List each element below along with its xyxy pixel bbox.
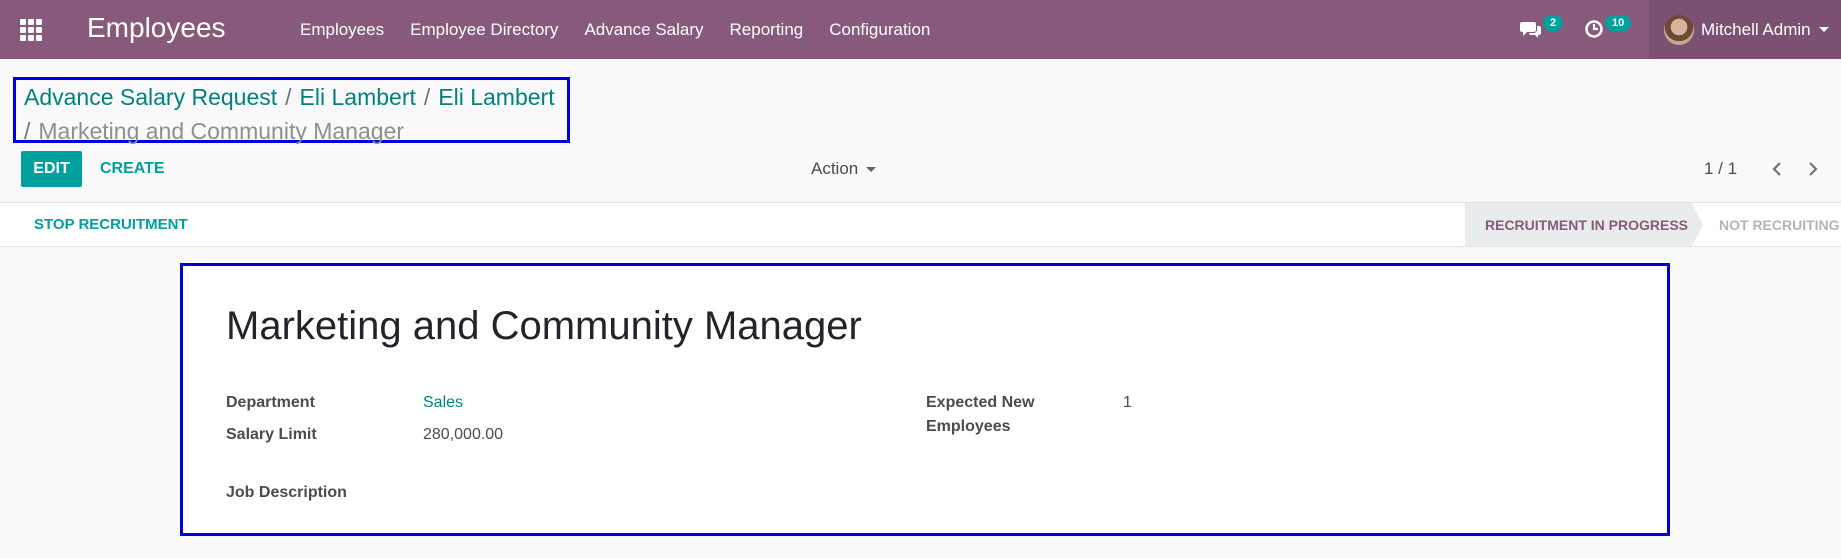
edit-button[interactable]: EDIT — [21, 151, 82, 187]
app-menu-grid-icon[interactable] — [20, 19, 44, 41]
salary-limit-value: 280,000.00 — [423, 426, 504, 443]
department-link[interactable]: Sales — [423, 394, 463, 412]
action-label: Action — [811, 159, 859, 178]
job-form-sheet: Marketing and Community Manager Departme… — [180, 263, 1670, 536]
breadcrumb-active: Marketing and Community Manager — [38, 118, 404, 144]
clock-icon — [1585, 20, 1603, 38]
job-title: Marketing and Community Manager — [226, 304, 862, 348]
menu-item-employees[interactable]: Employees — [287, 20, 397, 40]
avatar — [1664, 14, 1694, 45]
pager-next-button[interactable] — [1801, 151, 1825, 187]
user-name: Mitchell Admin — [1701, 19, 1811, 39]
messaging-menu[interactable]: 2 — [1520, 14, 1564, 44]
salary-limit-label: Salary Limit — [226, 426, 317, 443]
stage-not-recruiting[interactable]: NOT RECRUITING — [1719, 203, 1840, 246]
menu-item-employee-directory[interactable]: Employee Directory — [397, 20, 571, 40]
expected-label-line2: Employees — [926, 418, 1011, 435]
job-description-label: Job Description — [226, 484, 347, 501]
form-statusbar: STOP RECRUITMENT RECRUITMENT IN PROGRESS… — [0, 202, 1841, 247]
expected-new-employees-value: 1 — [1123, 394, 1132, 411]
breadcrumb-separator: / — [285, 84, 292, 110]
breadcrumb: Advance Salary Request / Eli Lambert / Eli L… — [24, 80, 564, 148]
activity-menu[interactable]: 10 — [1584, 14, 1632, 44]
breadcrumb-link-advance-salary-request[interactable]: Advance Salary Request — [24, 84, 277, 110]
menu-item-reporting[interactable]: Reporting — [717, 20, 817, 40]
breadcrumb-link-eli-lambert[interactable]: Eli Lambert — [300, 84, 416, 110]
pager-previous-button[interactable] — [1765, 151, 1789, 187]
breadcrumb-separator: / — [423, 84, 431, 110]
chat-bubbles-icon — [1520, 22, 1541, 38]
create-button[interactable]: CREATE — [100, 151, 165, 187]
app-title: Employees — [87, 12, 226, 43]
stop-recruitment-button[interactable]: STOP RECRUITMENT — [34, 203, 188, 246]
expected-new-employees-label: Expected New Employees — [926, 394, 1034, 436]
action-dropdown[interactable]: Action — [811, 151, 877, 187]
stage-recruitment-in-progress[interactable]: RECRUITMENT IN PROGRESS — [1465, 203, 1692, 246]
stage-arrow — [1692, 203, 1703, 246]
activities-count-badge: 10 — [1605, 15, 1632, 31]
breadcrumb-highlight: Advance Salary Request / Eli Lambert / Eli L… — [13, 77, 570, 144]
messages-count-badge: 2 — [1543, 15, 1564, 31]
breadcrumb-separator: / — [24, 118, 31, 144]
chevron-left-icon — [1772, 162, 1781, 176]
menu-item-advance-salary[interactable]: Advance Salary — [571, 20, 716, 40]
expected-label-line1: Expected New — [926, 394, 1035, 411]
chevron-right-icon — [1809, 162, 1818, 176]
chevron-down-icon — [1818, 27, 1829, 32]
department-label: Department — [226, 394, 315, 411]
menu-item-configuration[interactable]: Configuration — [816, 20, 943, 40]
chevron-down-icon — [866, 166, 877, 172]
pager-value[interactable]: 1 / 1 — [1704, 151, 1737, 187]
top-navbar: Employees Employees Employee Directory A… — [0, 0, 1841, 59]
main-menu: Employees Employee Directory Advance Sal… — [287, 0, 943, 59]
user-menu[interactable]: Mitchell Admin — [1649, 0, 1841, 59]
breadcrumb-link-eli-lambert-2[interactable]: Eli Lambert — [438, 84, 554, 110]
